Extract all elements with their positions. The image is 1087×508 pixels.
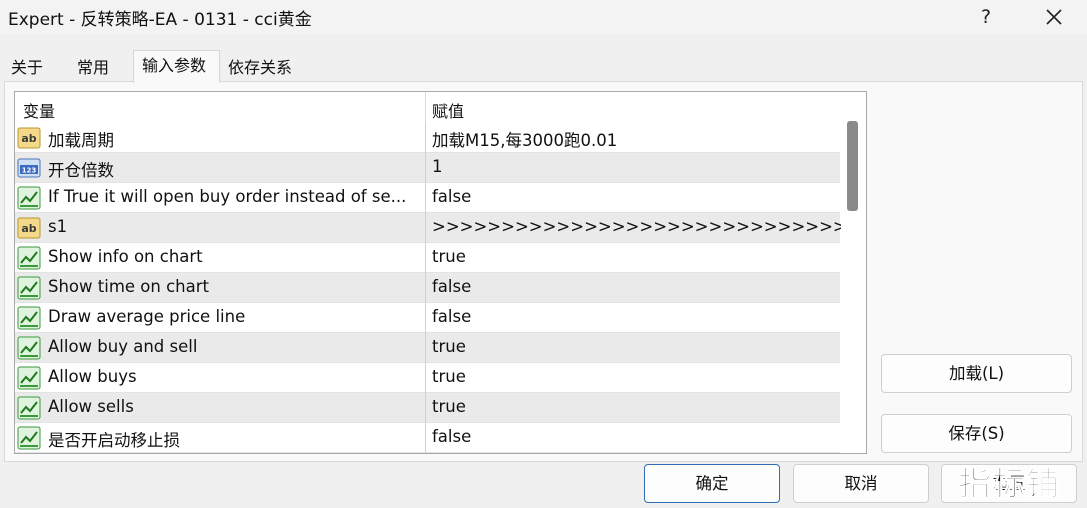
column-divider — [425, 243, 426, 273]
column-divider — [425, 153, 426, 183]
table-row[interactable]: 123 开仓倍数 1 — [15, 153, 840, 183]
bool-icon — [17, 246, 41, 270]
cancel-button[interactable]: 取消 — [793, 464, 929, 503]
tab-common[interactable]: 常用 — [68, 52, 132, 82]
column-divider — [425, 303, 426, 333]
column-divider — [425, 393, 426, 423]
ok-button[interactable]: 确定 — [644, 464, 780, 503]
table-row[interactable]: Draw average price line false — [15, 303, 840, 333]
row-value[interactable]: false — [432, 427, 471, 446]
close-button[interactable] — [1036, 2, 1072, 32]
row-variable: Allow buy and sell — [48, 337, 198, 356]
table-row[interactable]: 是否开启动移止损 false — [15, 423, 840, 453]
svg-text:ab: ab — [21, 222, 36, 235]
tab-bar: 关于 常用 输入参数 依存关系 — [0, 50, 1087, 83]
table-row[interactable]: ab 加载周期 加载M15,每3000跑0.01 — [15, 123, 840, 153]
inputs-table: 变量 赋值 ab 加载周期 加载M15,每3000跑0.01 123 开仓倍数 1 If T… — [14, 91, 867, 454]
row-variable: Show time on chart — [48, 277, 209, 296]
row-value[interactable]: false — [432, 307, 471, 326]
string-icon: ab — [17, 126, 41, 150]
bool-icon — [17, 186, 41, 210]
bool-icon — [17, 426, 41, 450]
load-button[interactable]: 加载(L) — [881, 354, 1072, 393]
row-variable: Draw average price line — [48, 307, 246, 326]
table-row[interactable]: Show info on chart true — [15, 243, 840, 273]
header-value[interactable]: 赋值 — [432, 98, 464, 122]
table-row[interactable]: Allow sells true — [15, 393, 840, 423]
window-title: Expert - 反转策略-EA - 0131 - cci黄金 — [8, 10, 312, 30]
table-row[interactable]: If True it will open buy order instead o… — [15, 183, 840, 213]
row-value[interactable]: true — [432, 247, 466, 266]
bool-icon — [17, 366, 41, 390]
row-value[interactable]: 1 — [432, 157, 443, 176]
close-icon — [1046, 9, 1062, 25]
vertical-scrollbar[interactable] — [841, 92, 866, 453]
scrollbar-thumb[interactable] — [847, 121, 858, 211]
help-button[interactable]: ? — [968, 2, 1004, 32]
column-divider — [425, 123, 426, 153]
watermark-logo: 指标铺 — [958, 464, 1060, 504]
header-variable[interactable]: 变量 — [23, 98, 55, 122]
row-variable: 开仓倍数 — [48, 161, 114, 180]
row-variable: s1 — [48, 217, 68, 236]
row-value[interactable]: false — [432, 187, 471, 206]
row-value[interactable]: true — [432, 367, 466, 386]
table-row[interactable]: ab s1 >>>>>>>>>>>>>>>>>>>>>>>>>>>>>> — [15, 213, 847, 243]
table-header: 变量 赋值 — [15, 92, 840, 123]
title-bar: Expert - 反转策略-EA - 0131 - cci黄金 ? — [0, 0, 1087, 34]
column-divider — [425, 273, 426, 303]
column-divider — [425, 183, 426, 213]
tab-about[interactable]: 关于 — [2, 52, 66, 82]
column-divider — [425, 213, 426, 243]
bool-icon — [17, 336, 41, 360]
row-value[interactable]: false — [432, 277, 471, 296]
row-variable: Allow sells — [48, 397, 134, 416]
table-row[interactable]: Allow buy and sell true — [15, 333, 840, 363]
row-variable: 加载周期 — [48, 131, 114, 150]
number-icon: 123 — [17, 156, 41, 180]
column-divider — [425, 333, 426, 363]
table-row[interactable]: Allow buys true — [15, 363, 840, 393]
tab-inputs[interactable]: 输入参数 — [133, 50, 220, 83]
row-variable: 是否开启动移止损 — [48, 431, 180, 450]
row-value[interactable]: 加载M15,每3000跑0.01 — [432, 127, 617, 151]
tab-dependencies[interactable]: 依存关系 — [219, 52, 301, 82]
bool-icon — [17, 306, 41, 330]
row-variable: Allow buys — [48, 367, 137, 386]
save-button[interactable]: 保存(S) — [881, 414, 1072, 453]
bool-icon — [17, 396, 41, 420]
row-value[interactable]: true — [432, 397, 466, 416]
row-value[interactable]: >>>>>>>>>>>>>>>>>>>>>>>>>>>>>> — [432, 217, 847, 236]
row-value[interactable]: true — [432, 337, 466, 356]
row-variable: If True it will open buy order instead o… — [48, 187, 407, 206]
svg-text:123: 123 — [22, 167, 37, 175]
bool-icon — [17, 276, 41, 300]
column-divider — [425, 423, 426, 453]
svg-text:ab: ab — [21, 132, 36, 145]
header-divider — [425, 92, 426, 123]
row-variable: Show info on chart — [48, 247, 203, 266]
table-row[interactable]: Show time on chart false — [15, 273, 840, 303]
string-icon: ab — [17, 216, 41, 240]
column-divider — [425, 363, 426, 393]
